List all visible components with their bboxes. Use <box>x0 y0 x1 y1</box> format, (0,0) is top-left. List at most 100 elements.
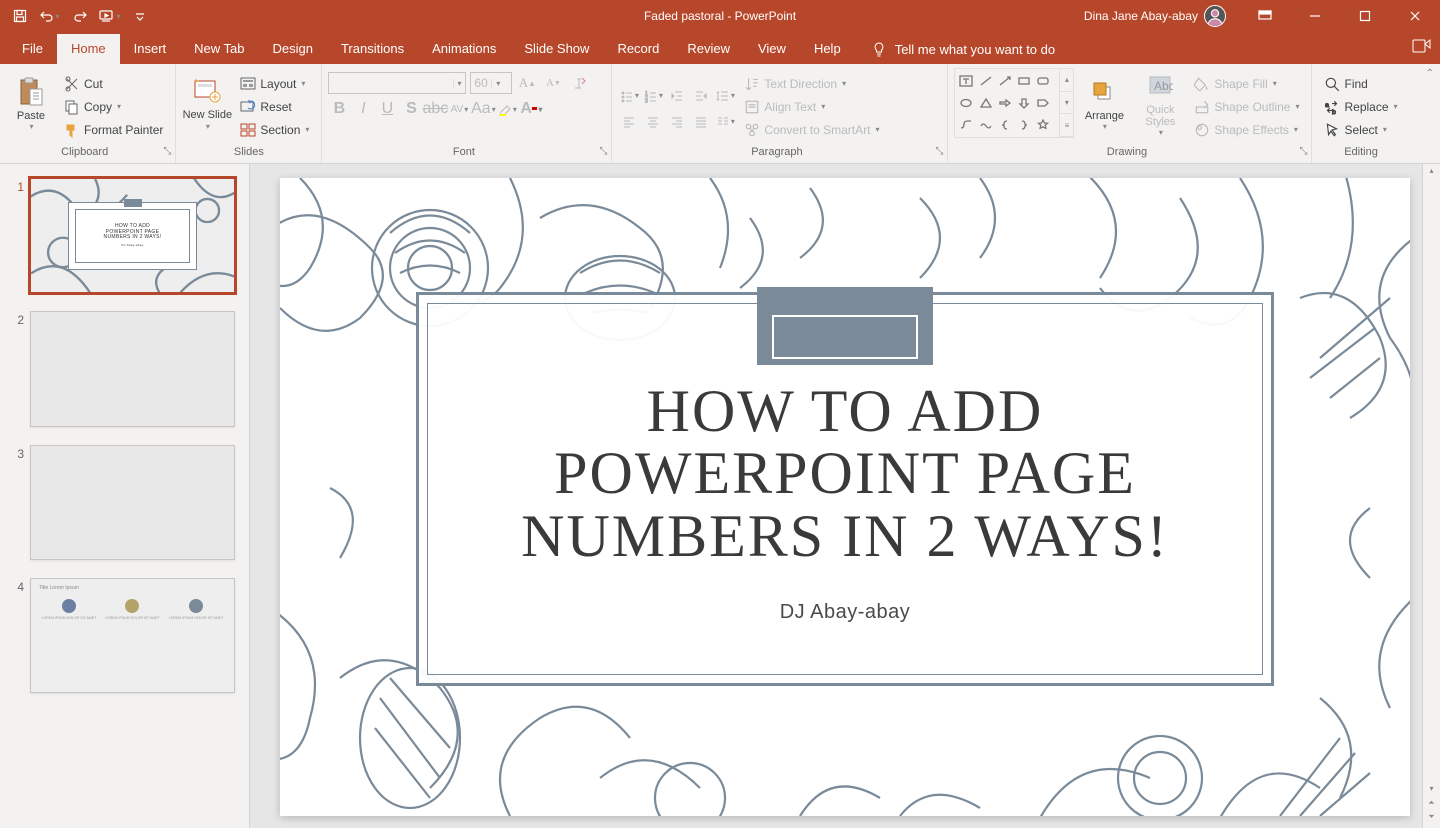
italic-icon[interactable]: I <box>352 98 374 120</box>
decrease-font-icon[interactable]: A▼ <box>542 72 564 94</box>
replace-button[interactable]: abReplace▾ <box>1318 96 1403 118</box>
tab-file[interactable]: File <box>8 34 57 64</box>
shape-effects-button[interactable]: Shape Effects▾ <box>1188 119 1305 141</box>
change-case-icon[interactable]: Aa▾ <box>472 98 494 120</box>
shadow-icon[interactable]: S <box>400 98 422 120</box>
format-painter-button[interactable]: Format Painter <box>58 119 169 141</box>
highlight-icon[interactable]: ▾ <box>496 98 518 120</box>
tab-insert[interactable]: Insert <box>120 34 181 64</box>
shape-outline-button[interactable]: Shape Outline▾ <box>1188 96 1305 118</box>
tab-new-tab[interactable]: New Tab <box>180 34 258 64</box>
shape-textbox-icon[interactable] <box>957 71 975 92</box>
tab-animations[interactable]: Animations <box>418 34 510 64</box>
cut-button[interactable]: Cut <box>58 73 169 95</box>
clear-formatting-icon[interactable] <box>568 72 590 94</box>
shape-connector-icon[interactable] <box>957 114 975 135</box>
font-name-combo[interactable]: ▾ <box>328 72 466 94</box>
copy-button[interactable]: Copy▾ <box>58 96 169 118</box>
shapes-gallery[interactable]: ▴▾≡ <box>954 68 1074 138</box>
tab-home[interactable]: Home <box>57 34 120 64</box>
gallery-down-icon[interactable]: ▾ <box>1060 92 1073 115</box>
save-icon[interactable] <box>6 2 34 30</box>
vertical-scrollbar[interactable]: ▴ ▾ ⏶ ⏷ <box>1422 164 1440 828</box>
prev-slide-icon[interactable]: ⏶ <box>1425 798 1439 812</box>
align-left-icon[interactable] <box>618 111 640 133</box>
slide-subtitle[interactable]: DJ Abay-abay <box>780 601 911 624</box>
tab-transitions[interactable]: Transitions <box>327 34 418 64</box>
strikethrough-icon[interactable]: abc <box>424 98 446 120</box>
font-launcher-icon[interactable]: ⤡ <box>599 145 607 159</box>
collapse-ribbon-icon[interactable]: ⌃ <box>1426 68 1434 79</box>
paragraph-launcher-icon[interactable]: ⤡ <box>935 145 943 159</box>
shape-rect-icon[interactable] <box>1015 71 1033 92</box>
layout-button[interactable]: Layout▾ <box>234 73 315 95</box>
find-button[interactable]: Find <box>1318 73 1403 95</box>
text-direction-button[interactable]: Text Direction▾ <box>738 73 885 95</box>
tab-view[interactable]: View <box>744 34 800 64</box>
convert-smartart-button[interactable]: Convert to SmartArt▾ <box>738 119 885 141</box>
slide-thumb-1[interactable]: HOW TO ADDPOWERPOINT PAGENUMBERS IN 2 WA… <box>30 178 235 293</box>
scroll-down-icon[interactable]: ▾ <box>1425 784 1439 798</box>
shape-line-icon[interactable] <box>977 71 995 92</box>
close-icon[interactable] <box>1392 0 1438 32</box>
slide-thumb-4[interactable]: Title Lorem Ipsum LOREM IPSUM DOLOR SIT … <box>30 578 235 693</box>
decrease-indent-icon[interactable] <box>666 85 688 107</box>
section-button[interactable]: Section▾ <box>234 119 315 141</box>
numbering-icon[interactable]: 123▾ <box>642 85 664 107</box>
quick-styles-button[interactable]: Abc Quick Styles▾ <box>1134 68 1186 138</box>
columns-icon[interactable]: ▾ <box>714 111 736 133</box>
shape-wave-icon[interactable] <box>977 114 995 135</box>
minimize-icon[interactable] <box>1292 0 1338 32</box>
paste-button[interactable]: Paste▾ <box>6 68 56 138</box>
shape-brace-left-icon[interactable] <box>996 114 1014 135</box>
slide-canvas[interactable]: HOW TO ADD POWERPOINT PAGE NUMBERS IN 2 … <box>280 178 1410 816</box>
arrange-button[interactable]: Arrange▾ <box>1076 68 1132 138</box>
qat-customize-icon[interactable] <box>126 2 154 30</box>
new-slide-button[interactable]: New Slide▾ <box>182 68 232 138</box>
start-from-beginning-icon[interactable]: ▾ <box>96 2 124 30</box>
tab-help[interactable]: Help <box>800 34 855 64</box>
line-spacing-icon[interactable]: ▾ <box>714 85 736 107</box>
slide-thumb-2[interactable] <box>30 311 235 426</box>
shape-brace-right-icon[interactable] <box>1015 114 1033 135</box>
shape-star-icon[interactable] <box>1034 114 1052 135</box>
underline-icon[interactable]: U <box>376 98 398 120</box>
shape-triangle-icon[interactable] <box>977 93 995 114</box>
undo-icon[interactable]: ▾ <box>36 2 64 30</box>
char-spacing-icon[interactable]: AV▾ <box>448 98 470 120</box>
reset-button[interactable]: Reset <box>234 96 315 118</box>
share-icon[interactable] <box>1412 36 1432 59</box>
font-size-combo[interactable]: 60▾ <box>470 72 512 94</box>
shape-ellipse-icon[interactable] <box>957 93 975 114</box>
user-account[interactable]: Dina Jane Abay-abay <box>1084 5 1226 27</box>
shape-arrow-down-icon[interactable] <box>1015 93 1033 114</box>
next-slide-icon[interactable]: ⏷ <box>1425 812 1439 826</box>
gallery-up-icon[interactable]: ▴ <box>1060 69 1073 92</box>
bullets-icon[interactable]: ▾ <box>618 85 640 107</box>
slide-title[interactable]: HOW TO ADD POWERPOINT PAGE NUMBERS IN 2 … <box>478 380 1212 567</box>
increase-indent-icon[interactable] <box>690 85 712 107</box>
slide-thumb-3[interactable] <box>30 445 235 560</box>
font-color-icon[interactable]: A▾ <box>520 98 542 120</box>
maximize-icon[interactable] <box>1342 0 1388 32</box>
shape-pentagon-icon[interactable] <box>1034 93 1052 114</box>
shape-rounded-rect-icon[interactable] <box>1034 71 1052 92</box>
tab-design[interactable]: Design <box>259 34 327 64</box>
gallery-more-icon[interactable]: ≡ <box>1060 114 1073 137</box>
select-button[interactable]: Select▾ <box>1318 119 1403 141</box>
drawing-launcher-icon[interactable]: ⤡ <box>1299 145 1307 159</box>
shape-arrow-right-icon[interactable] <box>996 93 1014 114</box>
align-text-button[interactable]: Align Text▾ <box>738 96 885 118</box>
tell-me-search[interactable]: Tell me what you want to do <box>871 34 1055 64</box>
align-center-icon[interactable] <box>642 111 664 133</box>
tab-record[interactable]: Record <box>603 34 673 64</box>
redo-icon[interactable] <box>66 2 94 30</box>
ribbon-display-options-icon[interactable] <box>1242 0 1288 32</box>
bold-icon[interactable]: B <box>328 98 350 120</box>
justify-icon[interactable] <box>690 111 712 133</box>
clipboard-launcher-icon[interactable]: ⤡ <box>163 145 171 159</box>
shape-fill-button[interactable]: Shape Fill▾ <box>1188 73 1305 95</box>
tab-slide-show[interactable]: Slide Show <box>510 34 603 64</box>
shape-line-arrow-icon[interactable] <box>996 71 1014 92</box>
scroll-up-icon[interactable]: ▴ <box>1425 166 1439 180</box>
